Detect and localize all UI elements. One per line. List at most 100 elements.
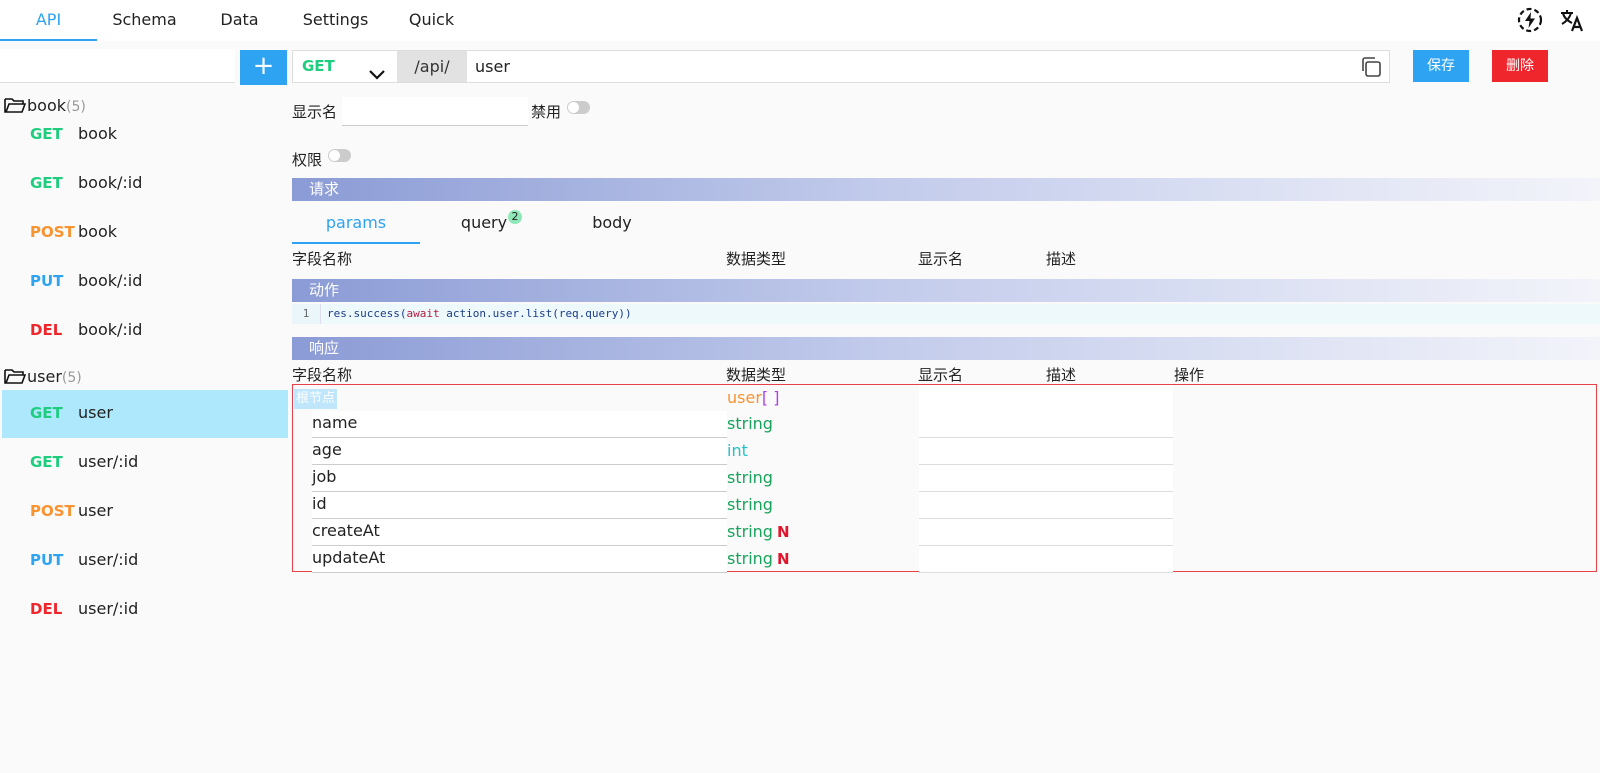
- table-row: createAt string N: [293, 519, 1598, 546]
- path-label: user: [78, 403, 113, 422]
- code-editor[interactable]: 1 res.success(await action.user.list(req…: [292, 304, 1600, 324]
- code-line: res.success(await action.user.list(req.q…: [327, 307, 632, 320]
- method-label: PUT: [30, 551, 64, 569]
- method-label: GET: [30, 453, 63, 471]
- field-name-input[interactable]: job: [312, 465, 727, 492]
- field-name-input[interactable]: age: [312, 438, 727, 465]
- tab-body[interactable]: body: [548, 206, 676, 244]
- tab-data[interactable]: Data: [192, 0, 287, 41]
- field-type[interactable]: string: [727, 465, 777, 491]
- url-prefix: /api/: [397, 51, 467, 82]
- field-name-input[interactable]: name: [312, 411, 727, 438]
- path-label: book/:id: [78, 271, 143, 290]
- field-type[interactable]: string: [727, 492, 777, 518]
- root-node-label[interactable]: 根节点: [294, 389, 338, 409]
- response-schema-table: 根节点 user[ ] name string age int job stri…: [292, 384, 1598, 573]
- method-select[interactable]: GET: [293, 51, 397, 82]
- method-label: POST: [30, 223, 75, 241]
- field-type[interactable]: string: [727, 411, 777, 437]
- display-name-input[interactable]: [919, 465, 1173, 492]
- col-description: 描述: [1046, 366, 1077, 384]
- api-item[interactable]: POST user: [2, 488, 288, 536]
- field-name-input[interactable]: id: [312, 492, 727, 519]
- col-actions: 操作: [1174, 366, 1205, 384]
- tab-schema[interactable]: Schema: [97, 0, 192, 41]
- path-label: user/:id: [78, 550, 139, 569]
- method-label: PUT: [30, 272, 64, 290]
- display-name-input[interactable]: [919, 438, 1173, 465]
- add-api-button[interactable]: +: [240, 50, 287, 85]
- query-count-badge: 2: [508, 210, 522, 224]
- display-name-input[interactable]: [342, 97, 528, 126]
- delete-button[interactable]: 删除: [1492, 50, 1548, 82]
- folder-open-icon: [4, 367, 27, 386]
- lightning-circle-icon[interactable]: [1516, 6, 1544, 34]
- tab-quick[interactable]: Quick: [384, 0, 479, 41]
- field-name-input[interactable]: updateAt: [312, 546, 727, 573]
- tab-query[interactable]: query 2: [420, 206, 548, 244]
- tab-label: query: [460, 213, 508, 232]
- translate-icon[interactable]: [1558, 6, 1586, 34]
- path-label: book/:id: [78, 173, 143, 192]
- display-name-input[interactable]: [919, 546, 1173, 573]
- api-item[interactable]: GET user: [2, 390, 288, 438]
- path-label: user/:id: [78, 452, 139, 471]
- path-label: book/:id: [78, 320, 143, 339]
- field-type[interactable]: int: [727, 438, 752, 464]
- chevron-down-icon: [369, 60, 385, 91]
- col-data-type: 数据类型: [726, 250, 787, 268]
- root-row: 根节点 user[ ]: [293, 385, 1598, 413]
- display-name-input[interactable]: [919, 385, 1173, 412]
- method-label: GET: [30, 125, 63, 143]
- field-type[interactable]: string N: [727, 546, 790, 572]
- table-row: job string: [293, 465, 1598, 492]
- table-row: age int: [293, 438, 1598, 465]
- url-path-input[interactable]: [475, 51, 1335, 82]
- line-number: 1: [292, 304, 321, 324]
- display-name-input[interactable]: [919, 411, 1173, 438]
- tab-params[interactable]: params: [292, 206, 420, 244]
- display-name-input[interactable]: [919, 519, 1173, 546]
- api-item[interactable]: GET book/:id: [2, 160, 288, 208]
- field-name-input[interactable]: createAt: [312, 519, 727, 546]
- folder-count: (5): [61, 370, 82, 386]
- method-label: POST: [30, 502, 75, 520]
- response-section-header: 响应: [292, 337, 1600, 360]
- api-item[interactable]: PUT user/:id: [2, 537, 288, 585]
- action-section-header: 动作: [292, 279, 1600, 302]
- permission-toggle[interactable]: [328, 149, 351, 162]
- tab-api[interactable]: API: [0, 0, 97, 41]
- path-label: book: [78, 124, 117, 143]
- permission-label: 权限: [292, 151, 323, 169]
- col-description: 描述: [1046, 250, 1077, 268]
- api-item[interactable]: GET user/:id: [2, 439, 288, 487]
- url-bar: GET /api/: [292, 50, 1390, 83]
- method-label: DEL: [30, 600, 63, 618]
- api-item[interactable]: DEL user/:id: [2, 586, 288, 634]
- tab-settings[interactable]: Settings: [287, 0, 384, 41]
- api-item[interactable]: DEL book/:id: [2, 307, 288, 355]
- table-row: id string: [293, 492, 1598, 519]
- tab-label: params: [325, 213, 387, 232]
- display-name-input[interactable]: [919, 492, 1173, 519]
- api-item[interactable]: GET book: [2, 111, 288, 159]
- field-type[interactable]: string N: [727, 519, 790, 545]
- disabled-toggle[interactable]: [567, 101, 590, 114]
- method-label: GET: [30, 404, 63, 422]
- copy-icon[interactable]: [1360, 56, 1382, 82]
- col-display-name: 显示名: [918, 366, 964, 384]
- top-nav: API Schema Data Settings Quick: [0, 0, 1600, 41]
- method-value: GET: [302, 57, 335, 75]
- save-button[interactable]: 保存: [1413, 50, 1469, 82]
- folder-user[interactable]: user(5): [4, 366, 82, 388]
- col-field-name: 字段名称: [292, 250, 353, 268]
- table-row: name string: [293, 411, 1598, 438]
- table-row: updateAt string N: [293, 546, 1598, 573]
- sidebar-search-input[interactable]: [0, 49, 235, 83]
- path-label: user/:id: [78, 599, 139, 618]
- disabled-label: 禁用: [531, 103, 562, 121]
- api-item[interactable]: PUT book/:id: [2, 258, 288, 306]
- folder-name: user: [27, 367, 62, 386]
- api-item[interactable]: POST book: [2, 209, 288, 257]
- request-section-header: 请求: [292, 178, 1600, 201]
